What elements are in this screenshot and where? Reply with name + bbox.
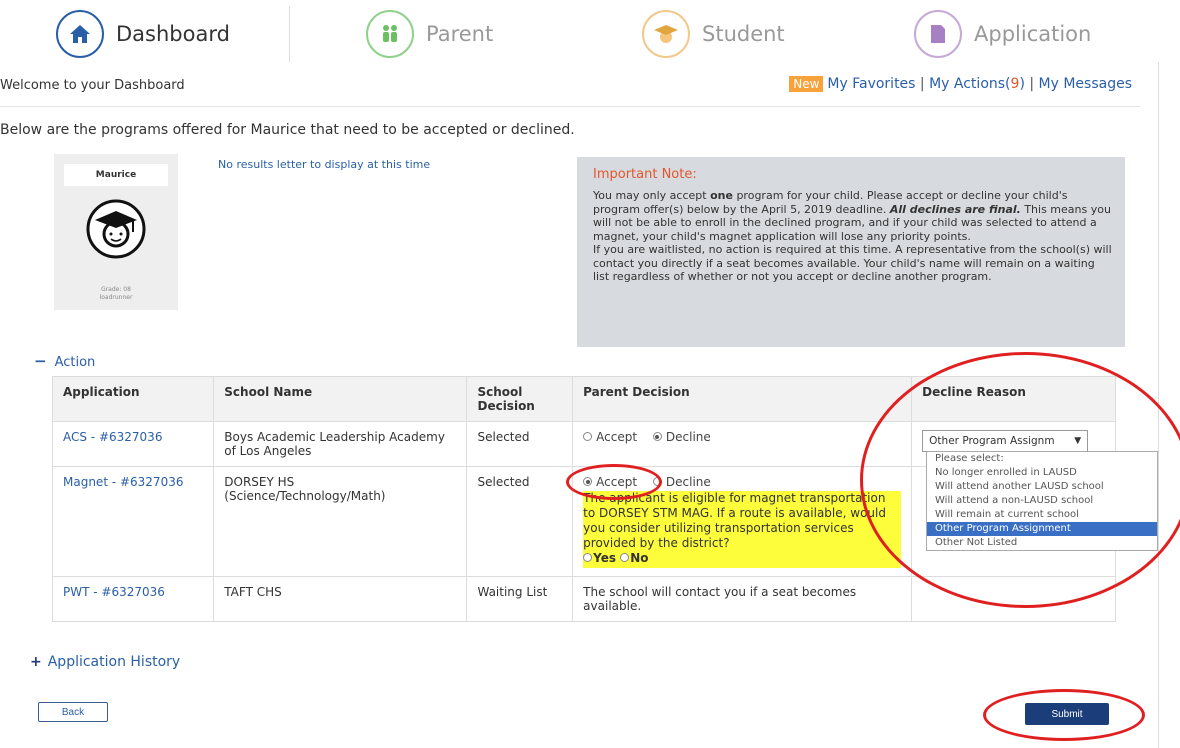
application-link[interactable]: ACS - #6327036 <box>63 430 162 444</box>
dropdown-option[interactable]: Will remain at current school <box>927 508 1157 522</box>
back-button[interactable]: Back <box>38 702 108 722</box>
column-header: Parent Decision <box>572 376 913 422</box>
application-link[interactable]: PWT - #6327036 <box>63 585 165 599</box>
separator: | <box>919 76 925 92</box>
tab-parent[interactable]: Parent <box>366 6 494 62</box>
dropdown-option[interactable]: Other Not Listed <box>927 536 1157 550</box>
no-results-link[interactable]: No results letter to display at this tim… <box>218 158 430 171</box>
tab-label: Application <box>974 22 1092 46</box>
quick-links: New My Favorites | My Actions(9) | My Mes… <box>789 76 1132 92</box>
transportation-question: The applicant is eligible for magnet tra… <box>583 491 886 550</box>
note-waitlist-text: If you are waitlisted, no action is requ… <box>593 243 1112 283</box>
school-name: DORSEY HS (Science/Technology/Math) <box>213 466 468 577</box>
dashboard-panel: Welcome to your Dashboard New My Favorite… <box>0 62 1180 748</box>
decline-radio[interactable] <box>652 477 662 486</box>
select-value: Other Program Assignm <box>929 435 1055 447</box>
no-radio[interactable] <box>620 553 630 562</box>
tab-application[interactable]: Application <box>914 6 1092 62</box>
parent-decision-cell: Accept Decline <box>572 421 913 467</box>
document-icon <box>914 10 962 58</box>
my-messages-link[interactable]: My Messages <box>1039 76 1132 92</box>
note-title: Important Note: <box>593 167 697 182</box>
username-text: loadrunner <box>99 294 133 301</box>
note-body: You may only accept one program for your… <box>593 189 1113 284</box>
accept-radio[interactable] <box>583 432 593 441</box>
note-emphasis: one <box>710 189 733 202</box>
waitlist-message: The school will contact you if a seat be… <box>572 576 913 622</box>
school-name: TAFT CHS <box>213 576 468 622</box>
column-header: Application <box>51 376 215 422</box>
yes-label: Yes <box>593 551 617 565</box>
student-grade: Grade: 08 loadrunner <box>54 286 178 302</box>
decline-reason-select[interactable]: Other Program Assignm ▼ <box>922 430 1089 452</box>
decline-label: Decline <box>665 430 711 444</box>
my-actions-link[interactable]: My Actions(9) <box>929 76 1025 92</box>
decline-reason-dropdown: Please select: No longer enrolled in LAUS… <box>926 451 1158 551</box>
dropdown-option[interactable]: No longer enrolled in LAUSD <box>927 466 1157 480</box>
new-badge: New <box>789 76 824 92</box>
student-name: Maurice <box>64 164 168 186</box>
graduation-cap-icon <box>642 10 690 58</box>
intro-text: Below are the programs offered for Mauri… <box>0 122 575 138</box>
school-decision: Selected <box>466 466 574 577</box>
no-label: No <box>630 551 649 565</box>
submit-button[interactable]: Submit <box>1025 703 1109 725</box>
column-header: Decline Reason <box>911 376 1116 422</box>
home-icon <box>56 10 104 58</box>
accept-radio[interactable] <box>583 477 593 486</box>
yes-radio[interactable] <box>583 553 593 562</box>
dropdown-option[interactable]: Please select: <box>927 452 1157 466</box>
note-text: You may only accept <box>593 189 711 202</box>
note-emphasis: All declines are final. <box>889 202 1021 216</box>
accept-label: Accept <box>596 475 638 489</box>
action-label: Action <box>54 355 96 370</box>
column-header: School Name <box>213 376 468 422</box>
tab-bar: Dashboard Parent Student Application <box>0 0 1180 62</box>
grade-text: Grade: 08 <box>101 286 131 293</box>
chevron-down-icon: ▼ <box>1074 436 1082 446</box>
school-decision: Selected <box>466 421 574 467</box>
tab-label: Student <box>702 22 785 46</box>
dropdown-option[interactable]: Will attend a non-LAUSD school <box>927 494 1157 508</box>
dropdown-option[interactable]: Other Program Assignment <box>927 522 1157 536</box>
my-actions-close: ) <box>1019 76 1025 92</box>
expand-icon: + <box>30 654 42 670</box>
table-row: PWT - #6327036 TAFT CHS Waiting List The… <box>51 576 1116 622</box>
application-link[interactable]: Magnet - #6327036 <box>63 475 183 489</box>
welcome-text: Welcome to your Dashboard <box>0 78 185 93</box>
my-favorites-link[interactable]: My Favorites <box>827 76 915 92</box>
dropdown-option[interactable]: Will attend another LAUSD school <box>927 480 1157 494</box>
school-name: Boys Academic Leadership Academy of Los … <box>213 421 468 467</box>
important-note: Important Note: You may only accept one … <box>577 157 1125 347</box>
tab-dashboard[interactable]: Dashboard <box>0 6 290 62</box>
table-header-row: Application School Name School Decision … <box>51 376 1116 422</box>
separator: | <box>1029 76 1035 92</box>
application-history-toggle[interactable]: + Application History <box>30 654 180 670</box>
divider <box>0 106 1140 107</box>
column-header: School Decision <box>466 376 574 422</box>
student-avatar-icon <box>85 198 147 260</box>
decline-label: Decline <box>665 475 711 489</box>
decline-reason-cell <box>911 576 1116 622</box>
family-icon <box>366 10 414 58</box>
tab-label: Dashboard <box>116 22 230 46</box>
tab-student[interactable]: Student <box>642 6 785 62</box>
transportation-prompt: The applicant is eligible for magnet tra… <box>583 491 902 568</box>
student-card[interactable]: Maurice Grade: 08 loadrunner <box>54 154 178 310</box>
collapse-icon: − <box>34 352 47 370</box>
school-decision: Waiting List <box>466 576 574 622</box>
accept-label: Accept <box>596 430 638 444</box>
decline-radio[interactable] <box>652 432 662 441</box>
my-actions-label: My Actions( <box>929 76 1011 92</box>
tab-label: Parent <box>426 22 494 46</box>
parent-decision-cell: Accept Decline The applicant is eligible… <box>572 466 913 577</box>
history-label: Application History <box>47 654 181 670</box>
action-section-toggle[interactable]: − Action <box>34 352 95 370</box>
